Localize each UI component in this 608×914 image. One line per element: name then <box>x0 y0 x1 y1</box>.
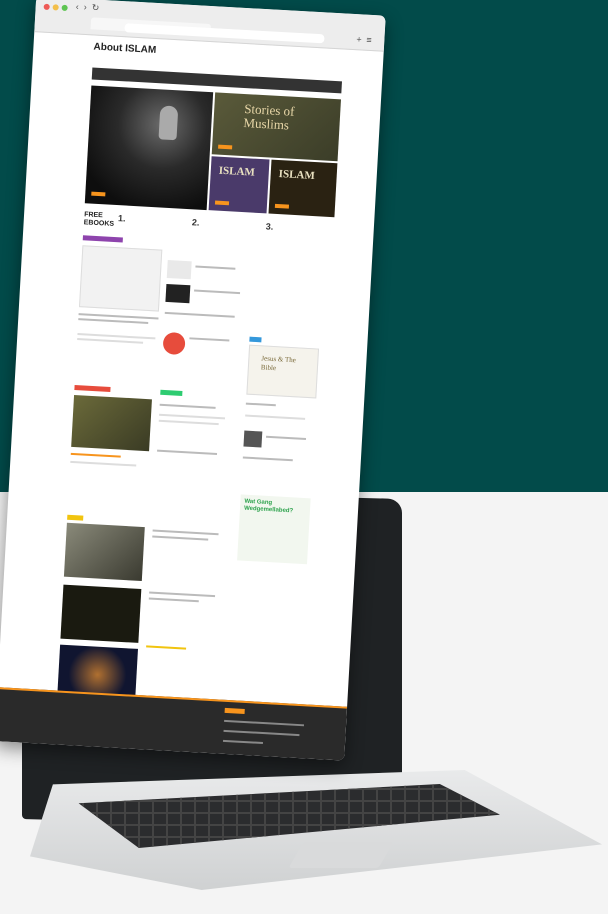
laptop-trackpad <box>288 842 394 868</box>
stories-thumb[interactable] <box>71 394 152 452</box>
post-title-line <box>194 289 241 295</box>
hero-main-slide[interactable] <box>84 85 214 211</box>
nav-item[interactable] <box>137 73 140 79</box>
free-ebooks-title: FREE EBOOKS <box>83 211 115 228</box>
post-thumb[interactable] <box>243 430 263 448</box>
post-title-line <box>265 435 307 440</box>
post-title-line <box>146 645 187 650</box>
nav-item[interactable] <box>124 72 130 78</box>
stories-title: Stories of Muslims <box>243 101 295 133</box>
plus-icon[interactable]: + <box>356 34 362 44</box>
jesus-bible-thumb[interactable]: Jesus & The Bible <box>246 344 320 399</box>
woods-thumb[interactable] <box>63 522 145 582</box>
post-thumb[interactable] <box>166 259 192 280</box>
islam-tile-2-title: ISLAM <box>278 168 316 183</box>
nav-item[interactable] <box>98 71 102 77</box>
category-badge[interactable] <box>249 336 262 343</box>
category-badge[interactable] <box>67 514 84 521</box>
ebook-number: 2. <box>191 217 200 228</box>
post-title-line <box>148 597 199 603</box>
close-window-button[interactable] <box>43 3 50 10</box>
islam2-read-button[interactable] <box>274 203 290 209</box>
post-excerpt-line <box>70 460 137 467</box>
ebook-title[interactable] <box>275 222 277 232</box>
post-title-line <box>245 402 276 407</box>
nav-item[interactable] <box>161 74 164 80</box>
post-title-line <box>242 456 293 462</box>
stories-read-button[interactable] <box>218 144 233 150</box>
post-excerpt-line <box>158 419 219 426</box>
post-thumb[interactable] <box>165 283 191 304</box>
category-badge[interactable] <box>74 384 111 392</box>
reload-icon[interactable]: ↻ <box>91 2 99 13</box>
post-thumb[interactable] <box>162 331 186 356</box>
post-title-line <box>195 265 236 270</box>
ebook-number: 3. <box>265 221 274 232</box>
content-grid: Jesus & The Bible Wat Gang Wedgemellabed… <box>56 235 333 718</box>
stories-tile[interactable]: Stories of Muslims <box>211 92 341 162</box>
post-title-line <box>164 311 235 318</box>
menu-icon[interactable]: ≡ <box>366 35 372 45</box>
post-title-line <box>189 337 230 342</box>
website: About ISLAM Stories of Muslims ISLAM ISL… <box>0 32 384 726</box>
ebook-item[interactable]: 1. <box>118 213 186 227</box>
ebook-title[interactable] <box>127 214 129 224</box>
post-title-line <box>78 318 149 324</box>
hero-slider: Stories of Muslims ISLAM ISLAM <box>84 85 341 218</box>
category-badge[interactable] <box>160 389 183 396</box>
ebook-number: 1. <box>117 213 126 224</box>
footer-link[interactable] <box>224 719 305 727</box>
minimize-window-button[interactable] <box>52 4 59 11</box>
islam-tile[interactable]: ISLAM <box>208 156 270 214</box>
back-icon[interactable]: ‹ <box>75 1 79 11</box>
post-excerpt-line <box>159 413 226 420</box>
cartoon-image[interactable] <box>78 245 163 312</box>
post-title-line <box>157 449 218 456</box>
nav-item[interactable] <box>109 71 116 77</box>
read-more-link[interactable] <box>77 345 78 350</box>
footer-link[interactable] <box>222 739 263 745</box>
footer-widget-title <box>224 707 245 714</box>
browser-window: ‹ › ↻ + ≡ About ISLAM Stories of Muslims… <box>0 0 386 761</box>
ebook-title[interactable] <box>201 218 203 228</box>
nav-item[interactable] <box>148 74 154 80</box>
forward-icon[interactable]: › <box>83 2 87 12</box>
ebook-item[interactable]: 2. <box>192 217 260 231</box>
post-excerpt-line <box>77 338 144 344</box>
ebook-item[interactable]: 3. <box>266 221 334 235</box>
category-badge[interactable] <box>82 235 123 243</box>
microphone-image <box>158 105 179 141</box>
post-title-line <box>152 535 209 541</box>
post-title-line <box>159 403 216 409</box>
islam-tile-2[interactable]: ISLAM <box>268 159 338 218</box>
post-title-line <box>152 529 219 536</box>
post-excerpt-line <box>245 414 306 420</box>
read-more-link[interactable] <box>70 467 71 472</box>
islam-thumb[interactable] <box>60 584 142 643</box>
hero-read-button[interactable] <box>91 191 106 197</box>
maximize-window-button[interactable] <box>61 4 68 11</box>
post-title-line <box>70 452 121 458</box>
footer-link[interactable] <box>223 729 300 737</box>
islam-read-button[interactable] <box>214 200 230 206</box>
islam-tile-title: ISLAM <box>218 164 256 179</box>
ad-banner[interactable]: Wat Gang Wedgemellabed? <box>237 494 311 565</box>
post-title-line <box>149 591 216 598</box>
